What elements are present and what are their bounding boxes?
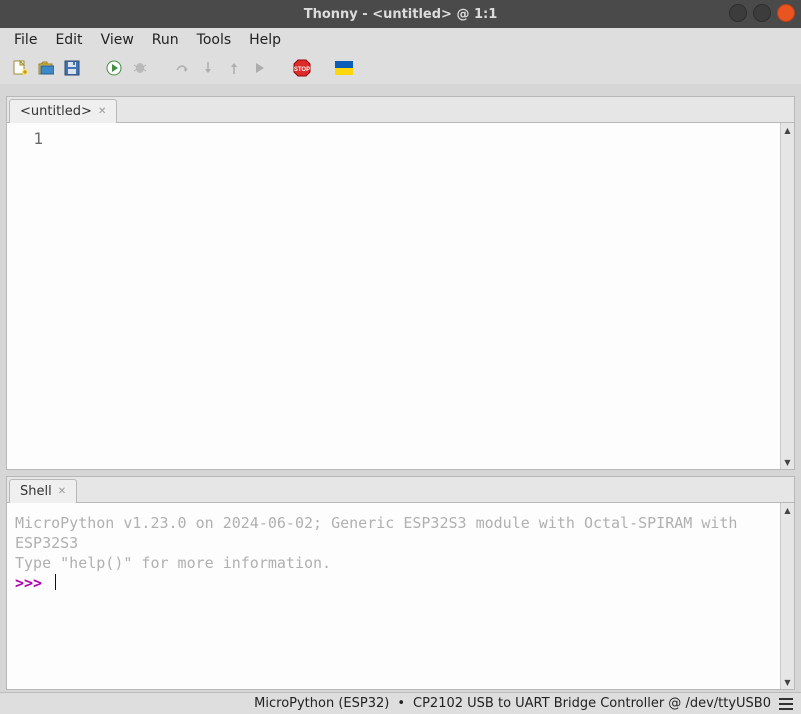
step-out-button[interactable] bbox=[224, 58, 244, 78]
debug-button[interactable] bbox=[130, 58, 150, 78]
stop-button[interactable]: STOP bbox=[292, 58, 312, 78]
close-window-button[interactable] bbox=[777, 4, 795, 22]
support-ukraine-button[interactable] bbox=[334, 58, 354, 78]
debug-icon bbox=[132, 60, 148, 76]
close-icon[interactable]: ✕ bbox=[58, 486, 66, 497]
flag-icon bbox=[335, 61, 353, 75]
editor-tab-label: <untitled> bbox=[20, 104, 92, 119]
maximize-button[interactable] bbox=[753, 4, 771, 22]
resume-icon bbox=[252, 60, 268, 76]
status-bar: MicroPython (ESP32) • CP2102 USB to UART… bbox=[0, 692, 801, 714]
menu-edit[interactable]: Edit bbox=[47, 30, 90, 50]
run-icon bbox=[106, 60, 122, 76]
status-interpreter[interactable]: MicroPython (ESP32) bbox=[254, 696, 389, 711]
line-number-gutter: 1 bbox=[7, 123, 59, 469]
new-file-button[interactable] bbox=[10, 58, 30, 78]
stop-icon: STOP bbox=[293, 59, 311, 77]
step-over-icon bbox=[174, 60, 190, 76]
save-file-icon bbox=[64, 60, 80, 76]
shell-output[interactable]: MicroPython v1.23.0 on 2024-06-02; Gener… bbox=[7, 503, 780, 689]
line-number: 1 bbox=[7, 129, 43, 148]
window-buttons bbox=[729, 4, 795, 22]
shell-prompt: >>> bbox=[15, 574, 51, 592]
minimize-button[interactable] bbox=[729, 4, 747, 22]
work-area: <untitled> ✕ 1 ▲ ▼ Shell ✕ MicroPython v… bbox=[6, 96, 795, 690]
menu-view[interactable]: View bbox=[93, 30, 142, 50]
window-title: Thonny - <untitled> @ 1:1 bbox=[0, 7, 801, 22]
editor-scrollbar[interactable]: ▲ ▼ bbox=[780, 123, 794, 469]
step-into-icon bbox=[200, 60, 216, 76]
toolbar: STOP bbox=[0, 52, 801, 84]
close-icon[interactable]: ✕ bbox=[98, 106, 106, 117]
text-caret bbox=[55, 574, 56, 590]
window-titlebar: Thonny - <untitled> @ 1:1 bbox=[0, 0, 801, 28]
editor-tab-untitled[interactable]: <untitled> ✕ bbox=[9, 99, 117, 123]
step-over-button[interactable] bbox=[172, 58, 192, 78]
scroll-up-icon[interactable]: ▲ bbox=[781, 123, 794, 137]
menu-file[interactable]: File bbox=[6, 30, 45, 50]
status-port[interactable]: CP2102 USB to UART Bridge Controller @ /… bbox=[413, 696, 771, 711]
code-editor[interactable] bbox=[59, 123, 780, 469]
scroll-down-icon[interactable]: ▼ bbox=[781, 675, 794, 689]
editor-tabstrip: <untitled> ✕ bbox=[7, 97, 794, 123]
menu-run[interactable]: Run bbox=[144, 30, 187, 50]
resume-button[interactable] bbox=[250, 58, 270, 78]
shell-body: MicroPython v1.23.0 on 2024-06-02; Gener… bbox=[7, 503, 794, 689]
hamburger-menu-icon[interactable] bbox=[779, 698, 793, 710]
editor-panel: <untitled> ✕ 1 ▲ ▼ bbox=[6, 96, 795, 470]
shell-scrollbar[interactable]: ▲ ▼ bbox=[780, 503, 794, 689]
menu-bar: File Edit View Run Tools Help bbox=[0, 28, 801, 52]
save-file-button[interactable] bbox=[62, 58, 82, 78]
open-file-icon bbox=[38, 60, 54, 76]
editor-body: 1 ▲ ▼ bbox=[7, 123, 794, 469]
scroll-down-icon[interactable]: ▼ bbox=[781, 455, 794, 469]
svg-text:STOP: STOP bbox=[294, 67, 310, 73]
shell-banner-line1: MicroPython v1.23.0 on 2024-06-02; Gener… bbox=[15, 514, 747, 552]
new-file-icon bbox=[12, 60, 28, 76]
shell-tabstrip: Shell ✕ bbox=[7, 477, 794, 503]
scroll-up-icon[interactable]: ▲ bbox=[781, 503, 794, 517]
menu-tools[interactable]: Tools bbox=[189, 30, 240, 50]
run-button[interactable] bbox=[104, 58, 124, 78]
shell-tab-label: Shell bbox=[20, 484, 52, 499]
open-file-button[interactable] bbox=[36, 58, 56, 78]
menu-help[interactable]: Help bbox=[241, 30, 289, 50]
step-into-button[interactable] bbox=[198, 58, 218, 78]
shell-banner-line2: Type "help()" for more information. bbox=[15, 554, 331, 572]
status-separator: • bbox=[397, 696, 405, 711]
shell-panel: Shell ✕ MicroPython v1.23.0 on 2024-06-0… bbox=[6, 476, 795, 690]
step-out-icon bbox=[226, 60, 242, 76]
shell-tab[interactable]: Shell ✕ bbox=[9, 479, 77, 503]
